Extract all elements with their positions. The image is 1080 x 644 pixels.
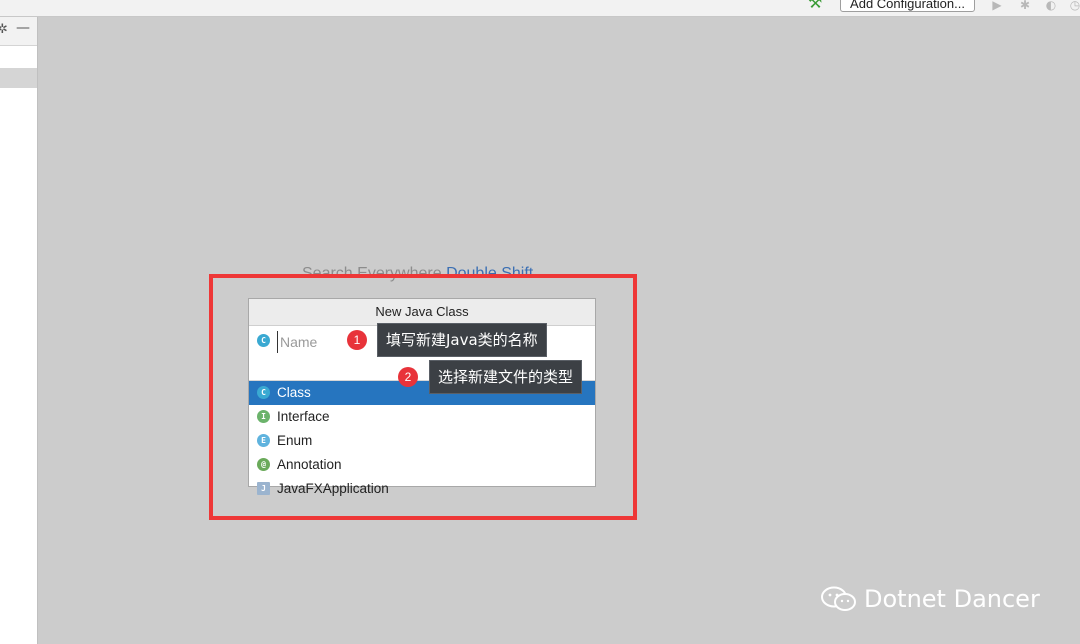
annotation-badge-2: 2 xyxy=(398,367,418,387)
class-icon: C xyxy=(257,334,270,347)
kind-item-javafx-application[interactable]: J JavaFXApplication xyxy=(249,477,595,501)
hammer-icon[interactable]: ⚒ xyxy=(808,0,832,11)
enum-icon: E xyxy=(257,434,270,447)
kind-item-label: Interface xyxy=(277,409,330,424)
project-tree-selected-row[interactable] xyxy=(0,68,37,88)
kind-item-interface[interactable]: I Interface xyxy=(249,405,595,429)
profile-icon[interactable]: ◷ xyxy=(1068,0,1080,12)
class-icon: C xyxy=(257,386,270,399)
coverage-icon[interactable]: ◐ xyxy=(1044,0,1058,12)
kind-item-enum[interactable]: E Enum xyxy=(249,429,595,453)
javafx-file-icon: J xyxy=(257,482,270,495)
gear-icon[interactable]: ✲ xyxy=(0,22,8,37)
project-panel: ✲ — xyxy=(0,17,38,644)
kind-item-label: JavaFXApplication xyxy=(277,481,389,496)
interface-icon: I xyxy=(257,410,270,423)
kind-item-annotation[interactable]: @ Annotation xyxy=(249,453,595,477)
dialog-title: New Java Class xyxy=(249,299,595,326)
minimize-icon[interactable]: — xyxy=(16,20,30,36)
kind-item-label: Class xyxy=(277,385,311,400)
annotation-tip-2: 选择新建文件的类型 xyxy=(429,360,583,394)
main-toolbar: ⚒ Add Configuration... ▶ ✱ ◐ ◷ xyxy=(0,0,1080,17)
watermark-text: Dotnet Dancer xyxy=(864,585,1040,613)
debug-icon[interactable]: ✱ xyxy=(1018,0,1032,12)
class-kind-list: C Class I Interface E Enum @ Annotation … xyxy=(249,381,595,501)
annotation-badge-1: 1 xyxy=(347,330,367,350)
wechat-icon xyxy=(821,586,856,611)
kind-item-label: Enum xyxy=(277,433,313,448)
kind-item-label: Annotation xyxy=(277,457,342,472)
run-icon[interactable]: ▶ xyxy=(990,0,1004,12)
add-configuration-button[interactable]: Add Configuration... xyxy=(840,0,975,12)
annotation-icon: @ xyxy=(257,458,270,471)
project-panel-header: ✲ — xyxy=(0,17,37,46)
annotation-tip-1: 填写新建Java类的名称 xyxy=(377,323,547,357)
